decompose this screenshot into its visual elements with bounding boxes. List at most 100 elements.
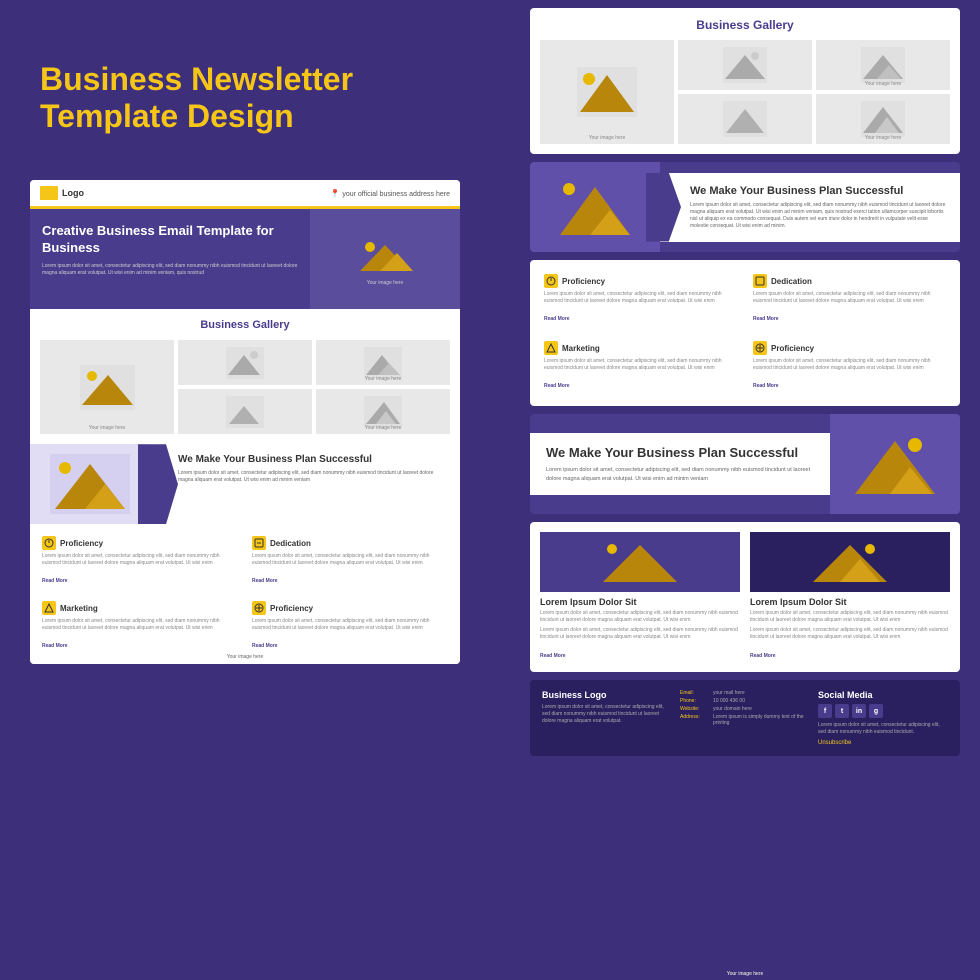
gallery-cell-2 xyxy=(178,340,312,385)
article-mountain-1 xyxy=(810,537,890,587)
article-1: Lorem Ipsum Dolor Sit Lorem ipsum dolor … xyxy=(750,532,950,662)
gallery-cell-4 xyxy=(178,389,312,434)
social-icon-f[interactable]: f xyxy=(818,704,832,718)
right-gallery-mountain-1 xyxy=(577,67,637,117)
right-gallery-cell-4 xyxy=(678,94,812,144)
footer-col3-text: Lorem ipsum dolor sit amet, consectetur … xyxy=(818,722,948,736)
footer-phone-row: Phone: 10 000 436 00 xyxy=(680,698,810,704)
main-title-block: Business Newsletter Template Design xyxy=(40,60,353,135)
right-articles: Lorem Ipsum Dolor Sit Lorem ipsum dolor … xyxy=(530,522,960,672)
service-text-2: Lorem ipsum dolor sit amet, consectetur … xyxy=(42,618,238,631)
footer-phone-value: 10 000 436 00 xyxy=(713,698,745,704)
service-item-2: Marketing Lorem ipsum dolor sit amet, co… xyxy=(38,597,242,656)
social-letter-f: f xyxy=(824,708,826,715)
read-more-2[interactable]: Read More xyxy=(42,643,68,649)
right-service-icon-1 xyxy=(753,274,767,288)
read-more-3[interactable]: Read More xyxy=(252,643,278,649)
right-big-bizplan-desc: Lorem ipsum dolor sit amet, consectetur … xyxy=(546,466,814,483)
mountain-svg xyxy=(355,233,415,278)
right-service-title-text-3: Proficiency xyxy=(771,344,814,353)
gallery-grid: Your image here Your image here xyxy=(40,340,450,434)
location-icon: 📍 xyxy=(330,189,340,198)
right-service-3: Proficiency Lorem ipsum dolor sit amet, … xyxy=(749,337,950,396)
footer-col3-title: Social Media xyxy=(818,690,948,700)
unsubscribe-link[interactable]: Unsubscribe xyxy=(818,740,948,746)
template-header: Logo 📍 your official business address he… xyxy=(30,180,460,209)
hero-image: Your image here xyxy=(310,209,460,309)
gallery-cell-5: Your image here xyxy=(316,389,450,434)
article-read-more-1[interactable]: Read More xyxy=(750,653,776,659)
service-title-row-1: Dedication xyxy=(252,536,448,550)
right-bizplan-title-1: We Make Your Business Plan Successful xyxy=(690,185,946,197)
bizplan-mountain-svg xyxy=(50,454,130,514)
right-service-desc-0: Lorem ipsum dolor sit amet, consectetur … xyxy=(544,291,737,304)
footer-email-value: your mail here xyxy=(713,690,745,696)
service-item-0: Proficiency Lorem ipsum dolor sit amet, … xyxy=(38,532,242,591)
right-big-bizplan-title: We Make Your Business Plan Successful xyxy=(546,445,814,460)
article-text-1b: Lorem ipsum dolor sit amet, consectetur … xyxy=(750,627,950,640)
template-hero: Creative Business Email Template for Bus… xyxy=(30,209,460,309)
article-text-1: Lorem ipsum dolor sit amet, consectetur … xyxy=(750,610,950,623)
service-title-1: Dedication xyxy=(270,539,311,548)
service-item-1: Dedication Lorem ipsum dolor sit amet, c… xyxy=(248,532,452,591)
article-mountain-0 xyxy=(600,537,680,587)
right-service-title-row-0: Proficiency xyxy=(544,274,737,288)
right-gallery-cell-3: Your image here xyxy=(816,40,950,90)
main-title-line1: Business Newsletter xyxy=(40,60,353,98)
service-text-0: Lorem ipsum dolor sit amet, consectetur … xyxy=(42,553,238,566)
right-service-1: Dedication Lorem ipsum dolor sit amet, c… xyxy=(749,270,950,329)
read-more-1[interactable]: Read More xyxy=(252,578,278,584)
article-text-0b: Lorem ipsum dolor sit amet, consectetur … xyxy=(540,627,740,640)
right-services-grid: Proficiency Lorem ipsum dolor sit amet, … xyxy=(540,270,950,396)
social-icon-in[interactable]: in xyxy=(852,704,866,718)
social-letter-in: in xyxy=(856,708,862,715)
social-icon-t[interactable]: t xyxy=(835,704,849,718)
article-title-0: Lorem Ipsum Dolor Sit xyxy=(540,597,740,607)
gallery-cell-large: Your image here xyxy=(40,340,174,434)
right-gallery-mountain-3 xyxy=(861,47,905,83)
right-read-more-1[interactable]: Read More xyxy=(753,316,779,322)
right-service-icon-0 xyxy=(544,274,558,288)
article-title-1: Lorem Ipsum Dolor Sit xyxy=(750,597,950,607)
template-logo: Logo xyxy=(40,186,84,200)
right-gallery-cell-5: Your image here xyxy=(816,94,950,144)
right-service-0: Proficiency Lorem ipsum dolor sit amet, … xyxy=(540,270,741,329)
right-service-2: Marketing Lorem ipsum dolor sit amet, co… xyxy=(540,337,741,396)
right-service-desc-1: Lorem ipsum dolor sit amet, consectetur … xyxy=(753,291,946,304)
service-title-row-0: Proficiency xyxy=(42,536,238,550)
article-read-more-0[interactable]: Read More xyxy=(540,653,566,659)
services-grid: Proficiency Lorem ipsum dolor sit amet, … xyxy=(38,532,452,656)
right-read-more-2[interactable]: Read More xyxy=(544,383,570,389)
footer-address-row: Address: Lorem ipsum is simply dummy tex… xyxy=(680,714,810,726)
right-bizplan-content-1: We Make Your Business Plan Successful Lo… xyxy=(674,185,946,230)
footer-address-value: Lorem ipsum is simply dummy text of the … xyxy=(713,714,810,726)
right-gallery-mountain-5 xyxy=(861,101,905,137)
gallery-mountain-5 xyxy=(364,396,402,428)
read-more-0[interactable]: Read More xyxy=(42,578,68,584)
right-gallery-mountain-2 xyxy=(723,47,767,83)
right-service-icon-2 xyxy=(544,341,558,355)
social-icon-g[interactable]: g xyxy=(869,704,883,718)
service-text-1: Lorem ipsum dolor sit amet, consectetur … xyxy=(252,553,448,566)
gallery-label-1: Your image here xyxy=(40,425,174,431)
right-read-more-0[interactable]: Read More xyxy=(544,316,570,322)
footer-col-1: Business Logo Lorem ipsum dolor sit amet… xyxy=(542,690,672,746)
service-icon-2 xyxy=(42,601,56,615)
footer-address-label: Address: xyxy=(680,714,710,720)
right-gallery-cell-2 xyxy=(678,40,812,90)
right-big-bizplan: We Make Your Business Plan Successful Lo… xyxy=(530,414,960,514)
right-read-more-3[interactable]: Read More xyxy=(753,383,779,389)
hero-image-placeholder: Your image here xyxy=(310,209,460,309)
article-0: Lorem Ipsum Dolor Sit Lorem ipsum dolor … xyxy=(540,532,740,662)
service-title-row-2: Marketing xyxy=(42,601,238,615)
social-letter-t: t xyxy=(841,708,843,715)
left-panel: Business Newsletter Template Design Logo… xyxy=(20,0,480,980)
gallery-title: Business Gallery xyxy=(40,319,450,332)
footer-col-3: Social Media f t in g Lorem ipsum dolor … xyxy=(818,690,948,746)
gallery-mountain-1 xyxy=(80,365,135,410)
footer-col-2: Email: your mail here Phone: 10 000 436 … xyxy=(680,690,810,746)
hero-title: Creative Business Email Template for Bus… xyxy=(42,223,298,257)
service-title-3: Proficiency xyxy=(270,604,313,613)
right-service-title-row-3: Proficiency xyxy=(753,341,946,355)
gallery-mountain-3 xyxy=(364,347,402,379)
